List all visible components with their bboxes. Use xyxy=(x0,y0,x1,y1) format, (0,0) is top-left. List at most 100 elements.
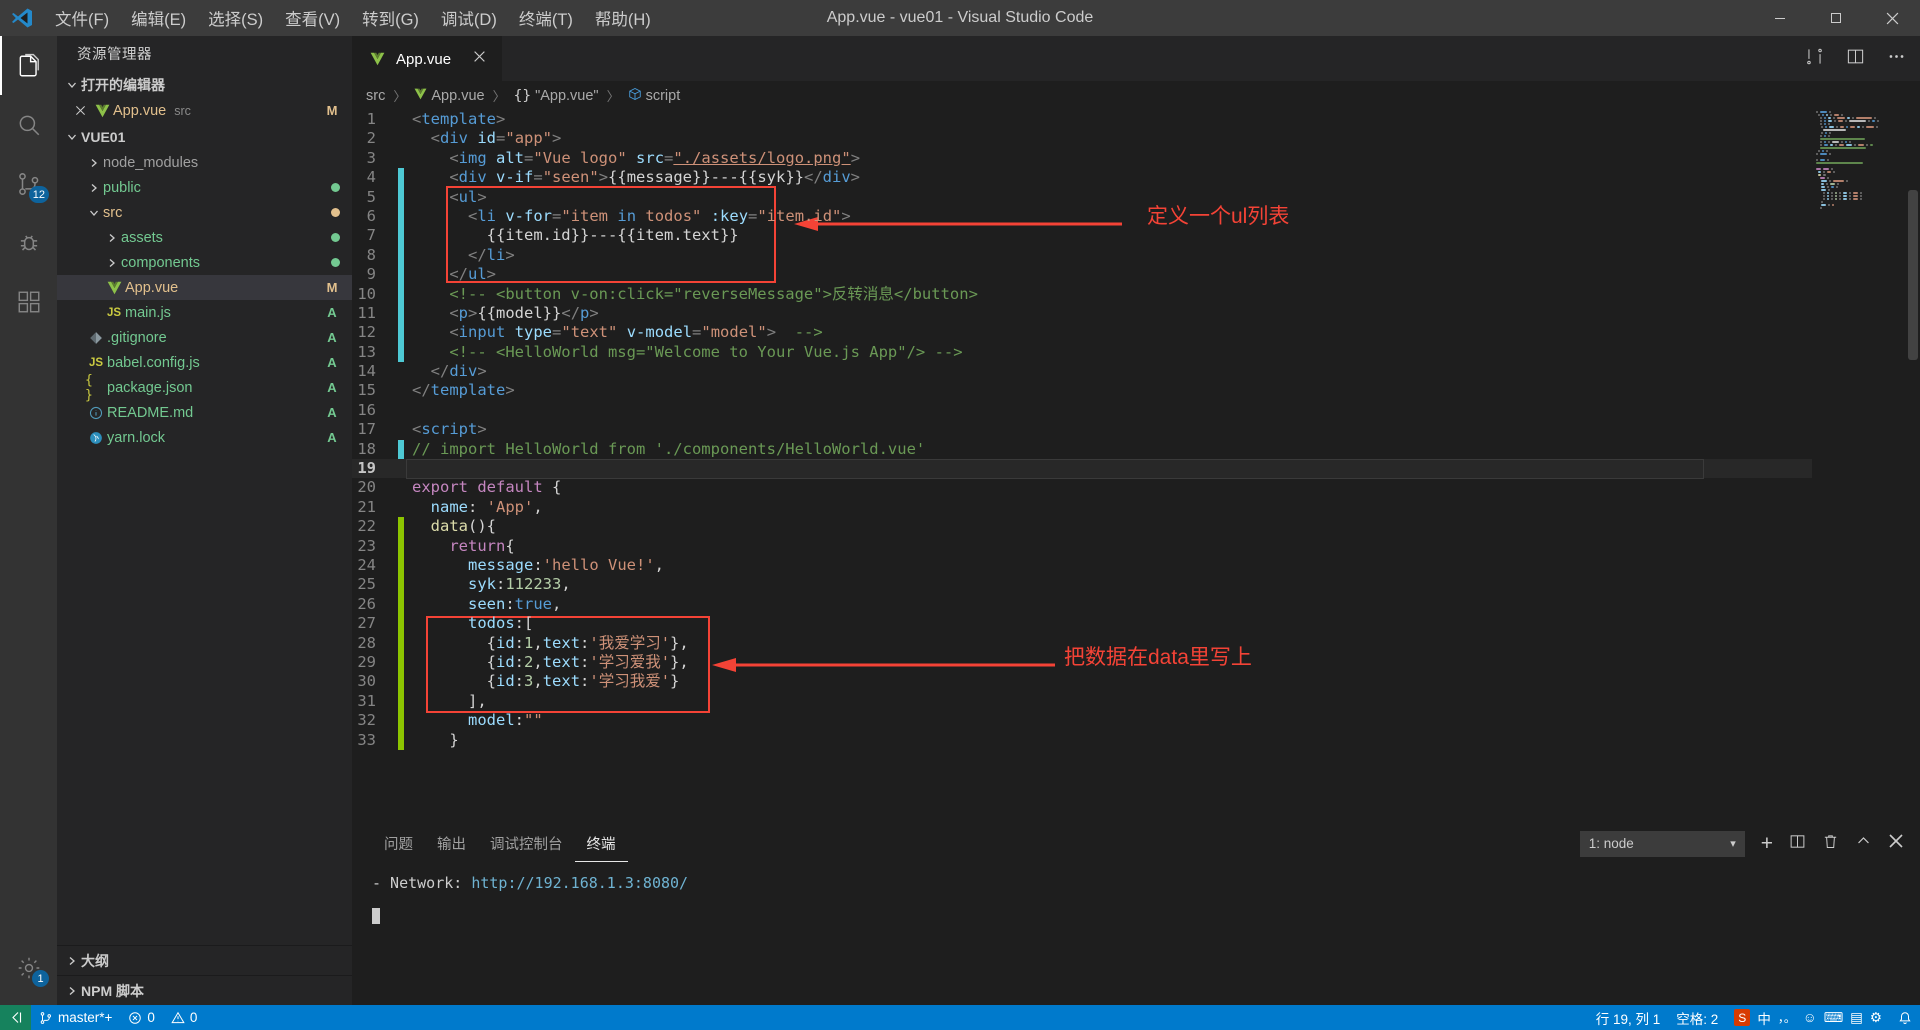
panel-tab-problems[interactable]: 问题 xyxy=(372,825,425,862)
editor-tab-actions[interactable] xyxy=(1805,36,1920,81)
outline-section[interactable]: 大纲 xyxy=(57,945,352,975)
source-control-icon[interactable]: 12 xyxy=(0,154,57,213)
tab-app-vue[interactable]: App.vue xyxy=(352,36,502,81)
activity-bar[interactable]: 12 1 xyxy=(0,36,57,1005)
code-text[interactable]: {id:1,text:'我爱学习'}, xyxy=(404,634,1812,653)
file-tree-item-readme-md[interactable]: README.md A xyxy=(57,400,352,425)
file-tree-item-components[interactable]: components xyxy=(57,250,352,275)
code-line[interactable]: 15 </template> xyxy=(352,381,1812,400)
breadcrumb-symbol-script[interactable]: script xyxy=(628,87,680,105)
file-tree-item--gitignore[interactable]: .gitignore A xyxy=(57,325,352,350)
code-text[interactable]: <div v-if="seen">{{message}}---{{syk}}</… xyxy=(404,168,1812,187)
file-tree-item-node-modules[interactable]: node_modules xyxy=(57,150,352,175)
code-text[interactable]: export default { xyxy=(404,478,1812,497)
code-line[interactable]: 8 </li> xyxy=(352,245,1812,266)
code-line[interactable]: 29 {id:2,text:'学习爱我'}, xyxy=(352,652,1812,673)
code-line[interactable]: 18 // import HelloWorld from './component… xyxy=(352,439,1812,460)
code-text[interactable]: ], xyxy=(404,692,1812,711)
code-line[interactable]: 9 </ul> xyxy=(352,265,1812,285)
breadcrumb-symbol-root[interactable]: {} "App.vue" xyxy=(514,88,599,104)
code-line[interactable]: 23 return{ xyxy=(352,536,1812,556)
code-line[interactable]: 32 model:"" xyxy=(352,711,1812,731)
branch-status[interactable]: master*+ xyxy=(31,1005,120,1030)
menu-view[interactable]: 查看(V) xyxy=(274,0,351,36)
code-text[interactable]: {id:2,text:'学习爱我'}, xyxy=(404,653,1812,672)
code-line[interactable]: 21 name: 'App', xyxy=(352,498,1812,517)
tab-close-icon[interactable] xyxy=(473,50,486,68)
code-line[interactable]: 5 <ul> xyxy=(352,187,1812,207)
code-line[interactable]: 13 <!-- <HelloWorld msg="Welcome to Your… xyxy=(352,342,1812,363)
code-text[interactable]: name: 'App', xyxy=(404,498,1812,517)
code-text[interactable]: } xyxy=(404,731,1812,750)
code-text[interactable]: </div> xyxy=(404,362,1812,381)
code-text[interactable]: <ul> xyxy=(404,188,1812,207)
minimize-button[interactable] xyxy=(1752,0,1808,36)
maximize-button[interactable] xyxy=(1808,0,1864,36)
code-line[interactable]: 22 data(){ xyxy=(352,517,1812,537)
code-text[interactable]: </ul> xyxy=(404,265,1812,284)
code-line[interactable]: 17 <script> xyxy=(352,420,1812,439)
explorer-icon[interactable] xyxy=(0,36,57,95)
close-icon[interactable] xyxy=(69,105,91,116)
code-text[interactable]: // import HelloWorld from './components/… xyxy=(404,440,1812,459)
code-text[interactable]: model:"" xyxy=(404,711,1812,730)
more-actions-icon[interactable] xyxy=(1887,47,1906,71)
terminal-selector[interactable]: 1: node ▾ xyxy=(1579,830,1745,857)
open-editors-header[interactable]: 打开的编辑器 xyxy=(57,71,352,98)
window-controls[interactable] xyxy=(1752,0,1920,36)
code-line[interactable]: 16 xyxy=(352,401,1812,420)
kill-terminal-icon[interactable] xyxy=(1822,833,1839,855)
breadcrumb-src[interactable]: src xyxy=(366,88,385,104)
code-line[interactable]: 30 {id:3,text:'学习我爱'} xyxy=(352,672,1812,692)
ime-keyboard-icon[interactable]: ⌨ xyxy=(1824,1010,1844,1026)
code-line[interactable]: 3 <img alt="Vue logo" src="./assets/logo… xyxy=(352,149,1812,168)
code-text[interactable]: </template> xyxy=(404,381,1812,400)
code-line[interactable]: 11 <p>{{model}}</p> xyxy=(352,303,1812,324)
terminal-url[interactable]: http://192.168.1.3:8080/ xyxy=(471,874,688,892)
code-text[interactable]: <p>{{model}}</p> xyxy=(404,304,1812,323)
code-line[interactable]: 14 </div> xyxy=(352,362,1812,381)
breadcrumb[interactable]: src 〉 App.vue 〉 {} "App.vue" 〉 script xyxy=(352,81,1920,110)
file-tree-item-babel-config-js[interactable]: JS babel.config.js A xyxy=(57,350,352,375)
cursor-position[interactable]: 行 19, 列 1 xyxy=(1588,1005,1669,1030)
settings-gear-icon[interactable]: 1 xyxy=(0,938,57,997)
code-line[interactable]: 27 todos:[ xyxy=(352,614,1812,634)
code-text[interactable]: <div id="app"> xyxy=(404,129,1812,148)
code-text[interactable]: <li v-for="item in todos" :key="item.id"… xyxy=(404,207,1812,226)
ime-mode[interactable]: 中 xyxy=(1757,1008,1771,1028)
terminal-prompt-line[interactable] xyxy=(372,906,1920,928)
menu-bar[interactable]: 文件(F) 编辑(E) 选择(S) 查看(V) 转到(G) 调试(D) 终端(T… xyxy=(44,0,662,36)
code-text[interactable]: <!-- <HelloWorld msg="Welcome to Your Vu… xyxy=(404,343,1812,362)
indentation[interactable]: 空格: 2 xyxy=(1668,1005,1726,1030)
code-text[interactable]: {id:3,text:'学习我爱'} xyxy=(404,672,1812,691)
code-line[interactable]: 28 {id:1,text:'我爱学习'}, xyxy=(352,633,1812,653)
extensions-icon[interactable] xyxy=(0,272,57,331)
code-editor[interactable]: 定义一个ul列表 把数据在data里写上 1 <template> 2 <div i… xyxy=(352,110,1920,825)
terminal-output[interactable]: - Network: http://192.168.1.3:8080/ xyxy=(352,862,1920,1005)
code-text[interactable] xyxy=(404,459,1812,478)
menu-terminal[interactable]: 终端(T) xyxy=(508,0,584,36)
new-terminal-icon[interactable]: + xyxy=(1761,833,1773,854)
split-terminal-icon[interactable] xyxy=(1789,833,1806,855)
code-line[interactable]: 10 <!-- <button v-on:click="reverseMessa… xyxy=(352,284,1812,304)
npm-scripts-section[interactable]: NPM 脚本 xyxy=(57,975,352,1005)
remote-window-icon[interactable] xyxy=(0,1005,31,1030)
code-text[interactable]: message:'hello Vue!', xyxy=(404,556,1812,575)
file-tree-item-public[interactable]: public xyxy=(57,175,352,200)
file-tree-item-package-json[interactable]: { } package.json A xyxy=(57,373,352,403)
menu-debug[interactable]: 调试(D) xyxy=(430,0,508,36)
code-lines[interactable]: 定义一个ul列表 把数据在data里写上 1 <template> 2 <div i… xyxy=(352,110,1812,825)
code-line[interactable]: 4 <div v-if="seen">{{message}}---{{syk}}… xyxy=(352,168,1812,188)
project-header[interactable]: VUE01 xyxy=(57,123,352,150)
search-icon[interactable] xyxy=(0,95,57,154)
panel-tab-output[interactable]: 输出 xyxy=(425,825,478,862)
code-text[interactable]: syk:112233, xyxy=(404,575,1812,594)
panel-tab-debug-console[interactable]: 调试控制台 xyxy=(478,825,575,862)
menu-selection[interactable]: 选择(S) xyxy=(197,0,274,36)
code-text[interactable]: <input type="text" v-model="model"> --> xyxy=(404,323,1812,342)
code-line[interactable]: 33 } xyxy=(352,730,1812,750)
code-text[interactable]: <script> xyxy=(404,420,1812,439)
code-text[interactable]: <template> xyxy=(404,110,1812,129)
warning-count[interactable]: 0 xyxy=(163,1005,206,1030)
code-text[interactable]: todos:[ xyxy=(404,614,1812,633)
